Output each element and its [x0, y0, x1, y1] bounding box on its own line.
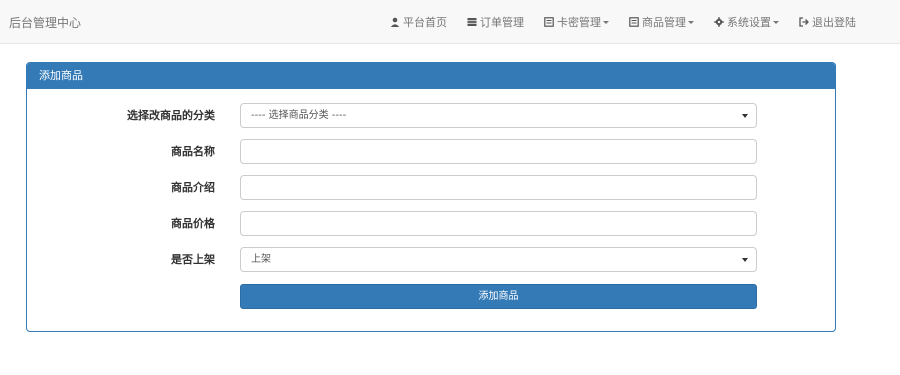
- name-label: 商品名称: [171, 145, 215, 158]
- category-select-value: ---- 选择商品分类 ----: [251, 110, 347, 121]
- chevron-down-icon: [603, 20, 609, 24]
- price-label: 商品价格: [171, 217, 215, 230]
- chevron-down-icon: [773, 20, 779, 24]
- product-intro-input[interactable]: [240, 175, 757, 200]
- onshelf-select-value: 上架: [251, 254, 271, 265]
- product-name-input[interactable]: [240, 139, 757, 164]
- product-price-input[interactable]: [240, 211, 757, 236]
- card-icon: [629, 17, 639, 27]
- gear-icon: [714, 17, 724, 27]
- form-row-onshelf: 是否上架 上架: [27, 247, 835, 272]
- dropdown-arrow-icon: [742, 258, 748, 262]
- list-icon: [467, 17, 477, 27]
- add-product-button[interactable]: 添加商品: [240, 284, 757, 309]
- form-row-name: 商品名称: [27, 139, 835, 164]
- user-icon: [390, 17, 400, 27]
- top-navbar: 后台管理中心 平台首页 订单管理 卡密管理 商品管理 系统设置 退出登陆: [0, 0, 900, 44]
- nav-item-label: 订单管理: [480, 16, 524, 29]
- form-row-category: 选择改商品的分类 ---- 选择商品分类 ----: [27, 103, 835, 128]
- nav-item-orders[interactable]: 订单管理: [467, 14, 524, 30]
- nav-item-cards[interactable]: 卡密管理: [544, 14, 609, 30]
- nav-menu: 平台首页 订单管理 卡密管理 商品管理 系统设置 退出登陆: [390, 0, 876, 44]
- form-row-submit: 添加商品: [27, 284, 835, 309]
- nav-item-products[interactable]: 商品管理: [629, 14, 694, 30]
- category-select[interactable]: ---- 选择商品分类 ----: [240, 103, 757, 128]
- nav-item-label: 卡密管理: [557, 16, 601, 29]
- card-icon: [544, 17, 554, 27]
- nav-item-label: 商品管理: [642, 16, 686, 29]
- nav-item-settings[interactable]: 系统设置: [714, 14, 779, 30]
- category-label: 选择改商品的分类: [127, 109, 215, 122]
- nav-item-logout[interactable]: 退出登陆: [799, 14, 856, 30]
- form-row-price: 商品价格: [27, 211, 835, 236]
- form-row-intro: 商品介绍: [27, 175, 835, 200]
- dropdown-arrow-icon: [742, 114, 748, 118]
- brand-link[interactable]: 后台管理中心: [9, 14, 81, 31]
- chevron-down-icon: [688, 20, 694, 24]
- nav-item-label: 系统设置: [727, 16, 771, 29]
- add-product-panel: 添加商品 选择改商品的分类 ---- 选择商品分类 ---- 商品名称 商品介绍…: [26, 62, 836, 332]
- nav-item-label: 平台首页: [403, 16, 447, 29]
- onshelf-label: 是否上架: [171, 253, 215, 266]
- onshelf-select[interactable]: 上架: [240, 247, 757, 272]
- logout-icon: [799, 17, 809, 27]
- nav-item-home[interactable]: 平台首页: [390, 14, 447, 30]
- panel-title: 添加商品: [27, 63, 835, 89]
- intro-label: 商品介绍: [171, 181, 215, 194]
- nav-item-label: 退出登陆: [812, 16, 856, 29]
